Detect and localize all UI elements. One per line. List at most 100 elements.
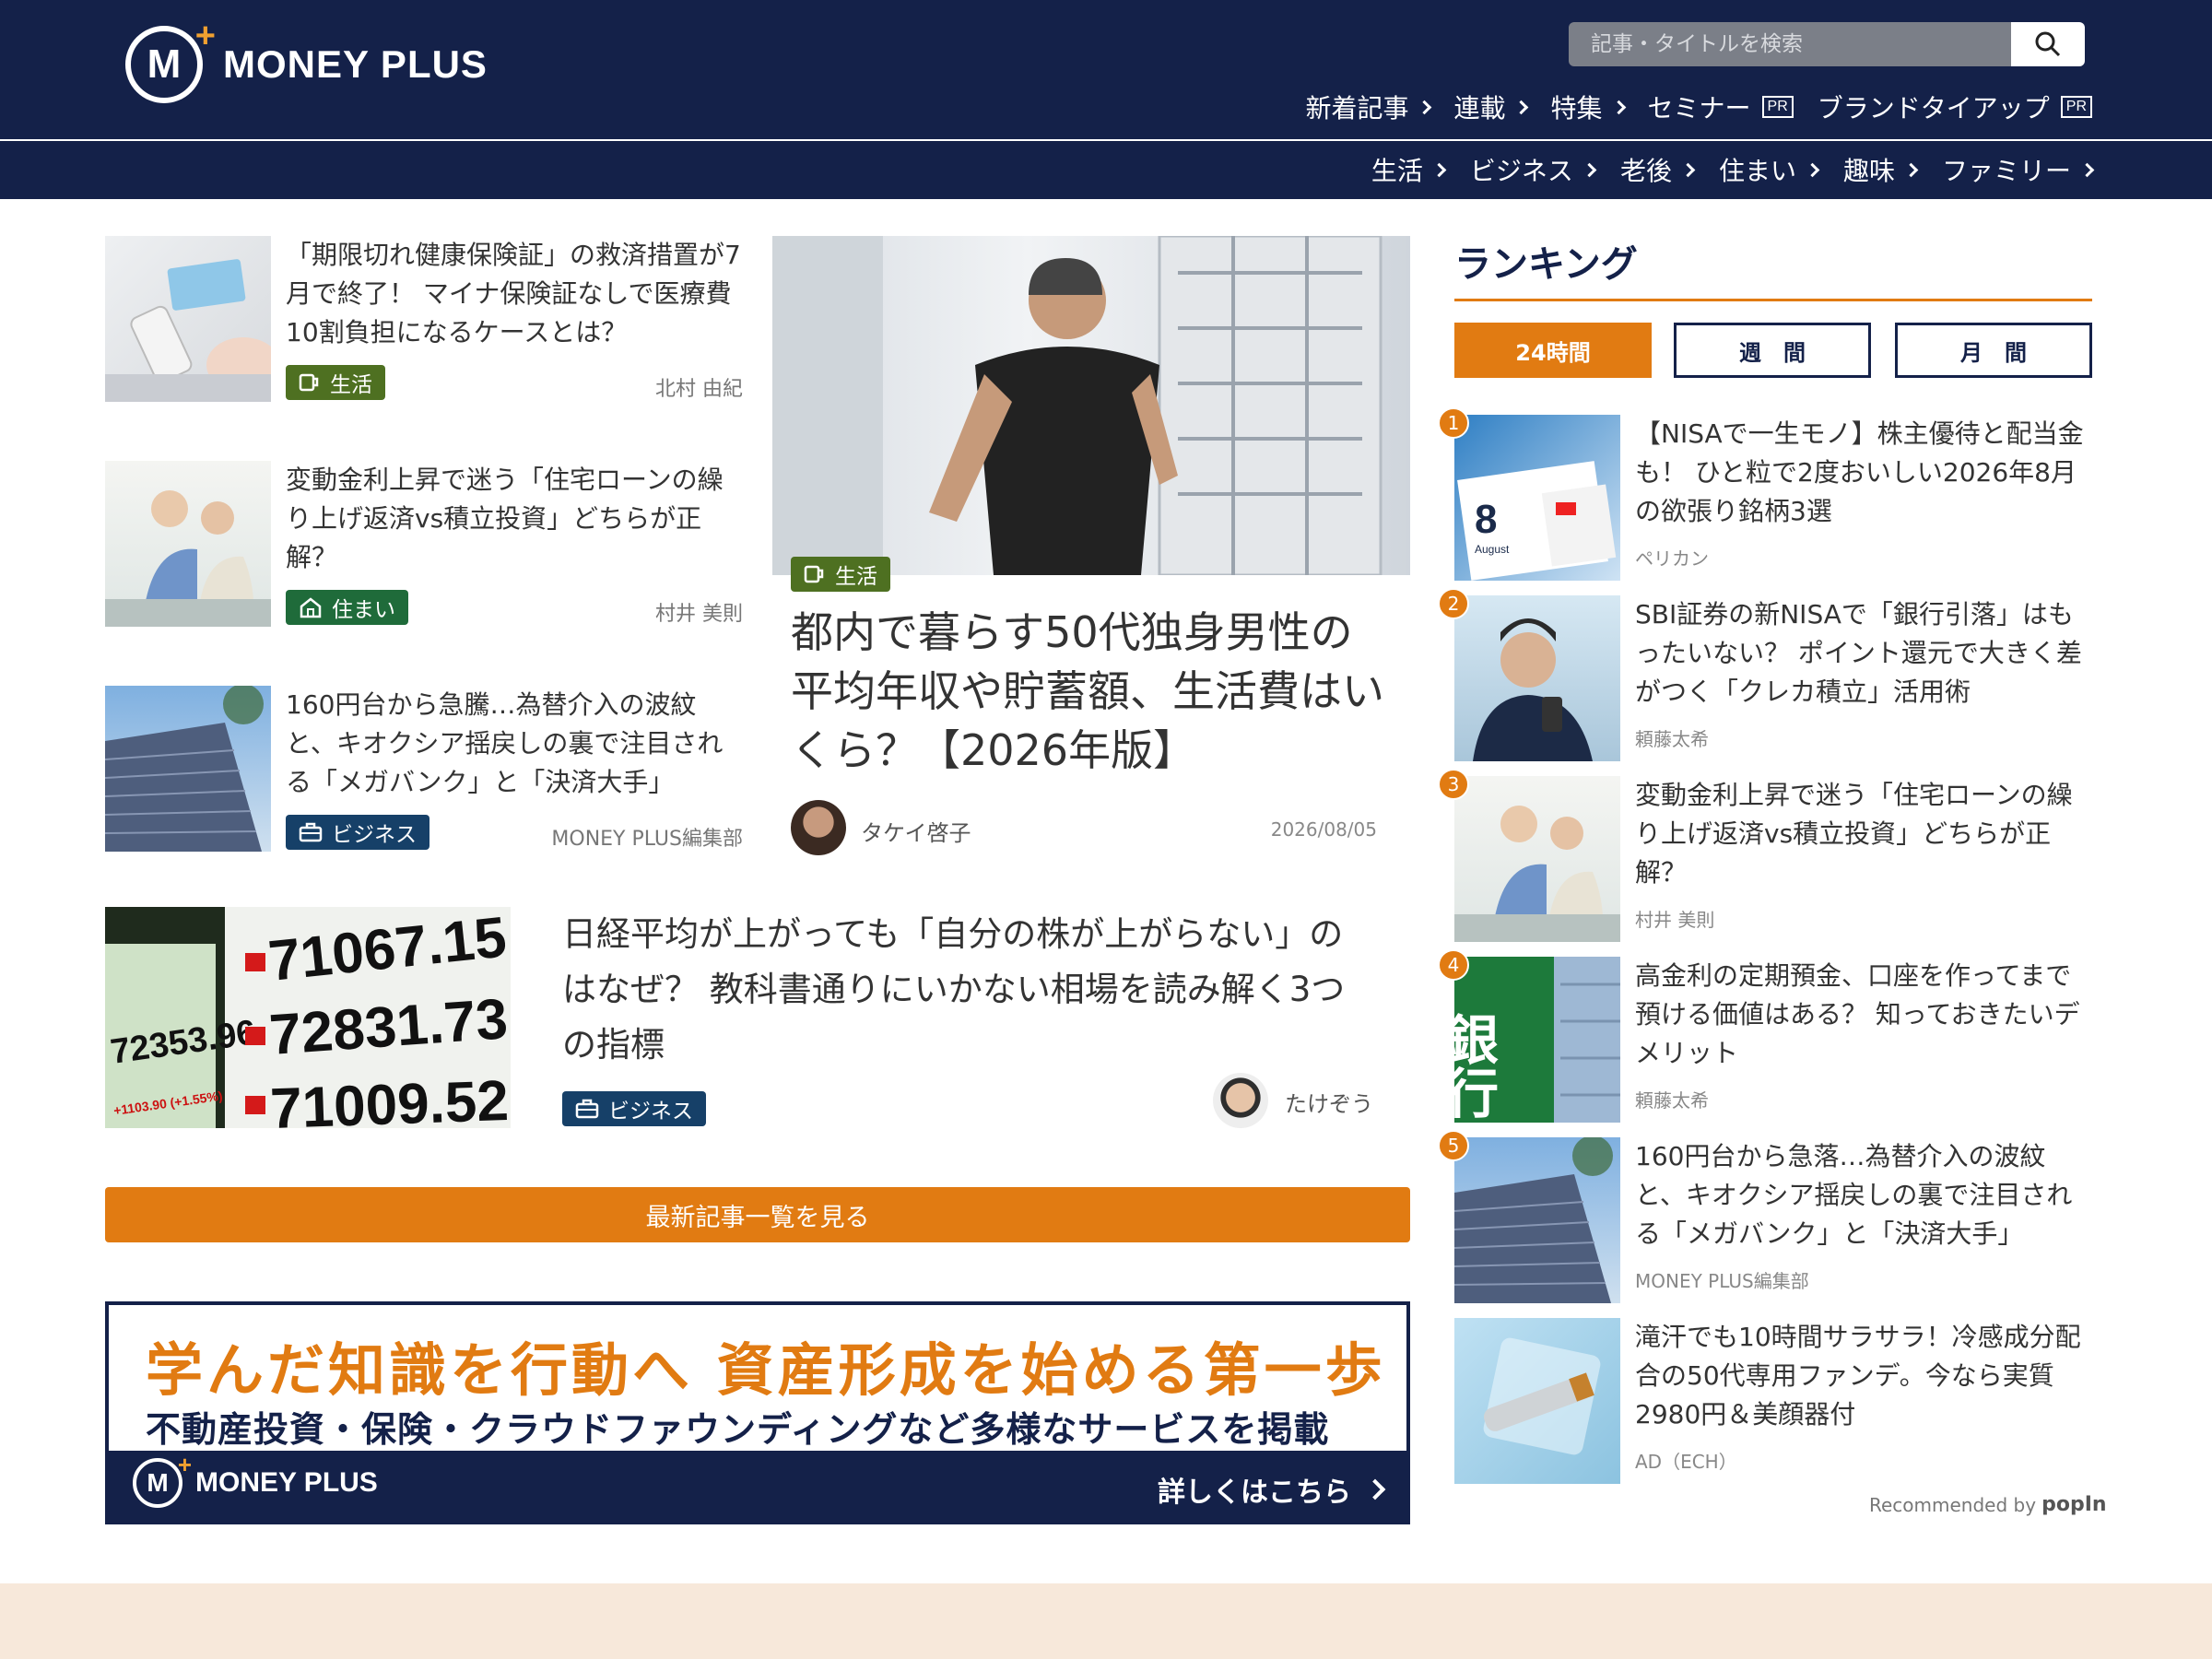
nav-label: 特集 (1550, 93, 1603, 124)
bank-sign-text: 銀行 (1454, 1012, 1499, 1119)
ranking-item[interactable]: 5 160円台から急落…為替介入の波紋と、キオクシア揺戻しの裏で注目される「メガ… (1438, 1130, 2092, 1303)
tag-label: ビジネス (608, 1100, 693, 1124)
chevron-right-icon (1364, 1478, 1386, 1500)
ranking-thumbnail (1454, 595, 1620, 761)
category-life[interactable]: 生活 (1371, 151, 1447, 188)
nav-item-feature[interactable]: 特集 (1550, 88, 1626, 125)
ranking-title-text: 160円台から急落…為替介入の波紋と、キオクシア揺戻しの裏で注目される「メガバン… (1635, 1141, 2073, 1249)
nav-item-series[interactable]: 連載 (1453, 88, 1529, 125)
article-author: 北村 由紀 (655, 378, 743, 401)
rank-number: 1 (1438, 407, 1469, 439)
popin-logo: popIn (2041, 1493, 2107, 1516)
banner-more-link[interactable]: 詳しくはこちら (1158, 1469, 1386, 1510)
article-title[interactable]: 変動金利上昇で迷う「住宅ローンの繰り上げ返済vs積立投資」どちらが正解？ (286, 461, 747, 577)
promo-banner[interactable]: 学んだ知識を行動へ 資産形成を始める第一歩 不動産投資・保険・クラウドファウンデ… (105, 1301, 1410, 1524)
tag-life[interactable]: 生活 (791, 557, 890, 592)
logo-text: MONEY PLUS (223, 42, 488, 86)
article-thumbnail[interactable] (105, 236, 271, 402)
ranking-item[interactable]: 4 銀行 高金利の定期預金、口座を作ってまで預ける価値はある？ 知っておきたいデ… (1438, 949, 2092, 1123)
ranking-title-text: SBI証券の新NISAで「銀行引落」はもったいない？ ポイント還元で大きく差がつ… (1635, 599, 2082, 707)
ranking-item[interactable]: 1 8 August 【NISAで一生モノ】株主優待と配当金も！ ひと粒で2度おい… (1438, 407, 2092, 581)
ranking-author: ペリカン (1635, 547, 1709, 570)
nav-item-seminar[interactable]: セミナー PR (1648, 88, 1794, 125)
rank-number: 3 (1438, 769, 1469, 800)
chevron-right-icon (1680, 162, 1696, 177)
feature-title[interactable]: 都内で暮らす50代独身男性の平均年収や貯蓄額、生活費はいくら？【2026年版】 (791, 603, 1390, 780)
search-icon (2035, 31, 2061, 57)
recommended-by[interactable]: Recommended by popIn (1869, 1493, 2107, 1516)
tab-week[interactable]: 週 間 (1674, 323, 1871, 378)
ranking-thumbnail (1454, 776, 1620, 942)
ranking-title-text: 変動金利上昇で迷う「住宅ローンの繰り上げ返済vs積立投資」どちらが正解？ (1635, 780, 2073, 888)
chevron-right-icon (1903, 162, 1919, 177)
chevron-right-icon (1611, 100, 1626, 114)
category-label: 老後 (1619, 156, 1672, 186)
article-thumbnail[interactable] (105, 686, 271, 852)
rank-number: 2 (1438, 588, 1469, 619)
feature-image[interactable] (772, 236, 1410, 575)
article-thumbnail[interactable] (105, 461, 271, 627)
board-value: 71067.15 (265, 907, 509, 994)
cosmetic-product-photo (1483, 1337, 1601, 1455)
ranking-author: 頼藤太希 (1635, 728, 1709, 750)
tag-business[interactable]: ビジネス (562, 1091, 706, 1126)
ranking-author: 頼藤太希 (1635, 1089, 1709, 1112)
chevron-right-icon (1418, 100, 1432, 114)
site-logo[interactable]: M + MONEY PLUS (125, 17, 488, 103)
ranking-thumbnail: 8 August (1454, 415, 1620, 581)
chevron-right-icon (1431, 162, 1447, 177)
search-input[interactable] (1569, 22, 2011, 66)
article-title[interactable]: 日経平均が上がっても「自分の株が上がらない」のはなぜ？ 教科書通りにいかない相場… (562, 907, 1373, 1073)
search-button[interactable] (2011, 22, 2085, 66)
calendar-photo: 8August (1457, 461, 1617, 581)
author-avatar (791, 800, 846, 855)
tab-month[interactable]: 月 間 (1895, 323, 2092, 378)
ad-title: 滝汗でも10時間サラサラ！冷感成分配合の50代専用ファンデ。今なら実質2980円… (1635, 1322, 2081, 1430)
article-thumbnail[interactable]: 71067.15 72831.73 71009.52 72353.96 +110… (105, 907, 511, 1128)
category-label: ビジネス (1469, 156, 1573, 186)
house-icon (299, 596, 323, 618)
cup-icon (299, 372, 321, 393)
briefcase-icon (575, 1099, 599, 1119)
footer-band (0, 1583, 2212, 1659)
nav-label: 新着記事 (1305, 93, 1409, 124)
ad-item[interactable]: 滝汗でも10時間サラサラ！冷感成分配合の50代専用ファンデ。今なら実質2980円… (1454, 1318, 2092, 1484)
rank-number: 4 (1438, 949, 1469, 981)
logo-mark-icon: M + (133, 1451, 192, 1508)
article-title[interactable]: 160円台から急騰…為替介入の波紋と、キオクシア揺戻しの裏で注目される「メガバン… (286, 686, 747, 802)
category-business[interactable]: ビジネス (1469, 151, 1597, 188)
category-retirement[interactable]: 老後 (1619, 151, 1696, 188)
banner-subline: 不動産投資・保険・クラウドファウンディングなど多様なサービスを掲載 (146, 1409, 1330, 1450)
nav-item-new[interactable]: 新着記事 (1305, 88, 1432, 125)
tag-life[interactable]: 生活 (286, 365, 385, 400)
couple-photo (1454, 806, 1620, 942)
calendar-month: August (1475, 543, 1510, 556)
calendar-number: 8 (1475, 497, 1497, 542)
couple-photo (105, 490, 271, 627)
category-label: 趣味 (1842, 156, 1895, 186)
chevron-right-icon (2079, 162, 2095, 177)
bank-building-photo (105, 686, 264, 852)
view-latest-button[interactable]: 最新記事一覧を見る (105, 1187, 1410, 1242)
ranking-item[interactable]: 3 変動金利上昇で迷う「住宅ローンの繰り上げ返済vs積立投資」どちらが正解？ 村… (1438, 769, 2092, 942)
board-value: 72831.73 (267, 987, 510, 1067)
ranking-item[interactable]: 2 SBI証券の新NISAで「銀行引落」はもったいない？ ポイント還元で大きく差… (1438, 588, 2092, 761)
category-family[interactable]: ファミリー (1942, 151, 2095, 188)
insurance-card-photo (105, 259, 271, 402)
tag-label: 生活 (835, 565, 877, 589)
search-box (1569, 22, 2085, 66)
main-nav: 新着記事 連載 特集 セミナー PR ブランドタイアップ PR (1305, 88, 2092, 125)
nav-item-tieup[interactable]: ブランドタイアップ PR (1818, 88, 2092, 125)
category-housing[interactable]: 住まい (1719, 151, 1820, 188)
board-value: 71009.52 (269, 1069, 510, 1128)
cup-icon (804, 564, 826, 584)
category-hobby[interactable]: 趣味 (1842, 151, 1919, 188)
stock-board-photo: 71067.15 72831.73 71009.52 72353.96 +110… (105, 907, 510, 1128)
ranking-author: 村井 美則 (1635, 909, 1715, 931)
article-title[interactable]: 「期限切れ健康保険証」の救済措置が7月で終了！ マイナ保険証なしで医療費10割負… (286, 236, 747, 352)
rank-number: 5 (1438, 1130, 1469, 1161)
nav-label: ブランドタイアップ (1817, 93, 2050, 124)
tag-housing[interactable]: 住まい (286, 590, 408, 625)
tab-24h[interactable]: 24時間 (1454, 323, 1652, 378)
tag-business[interactable]: ビジネス (286, 815, 429, 850)
